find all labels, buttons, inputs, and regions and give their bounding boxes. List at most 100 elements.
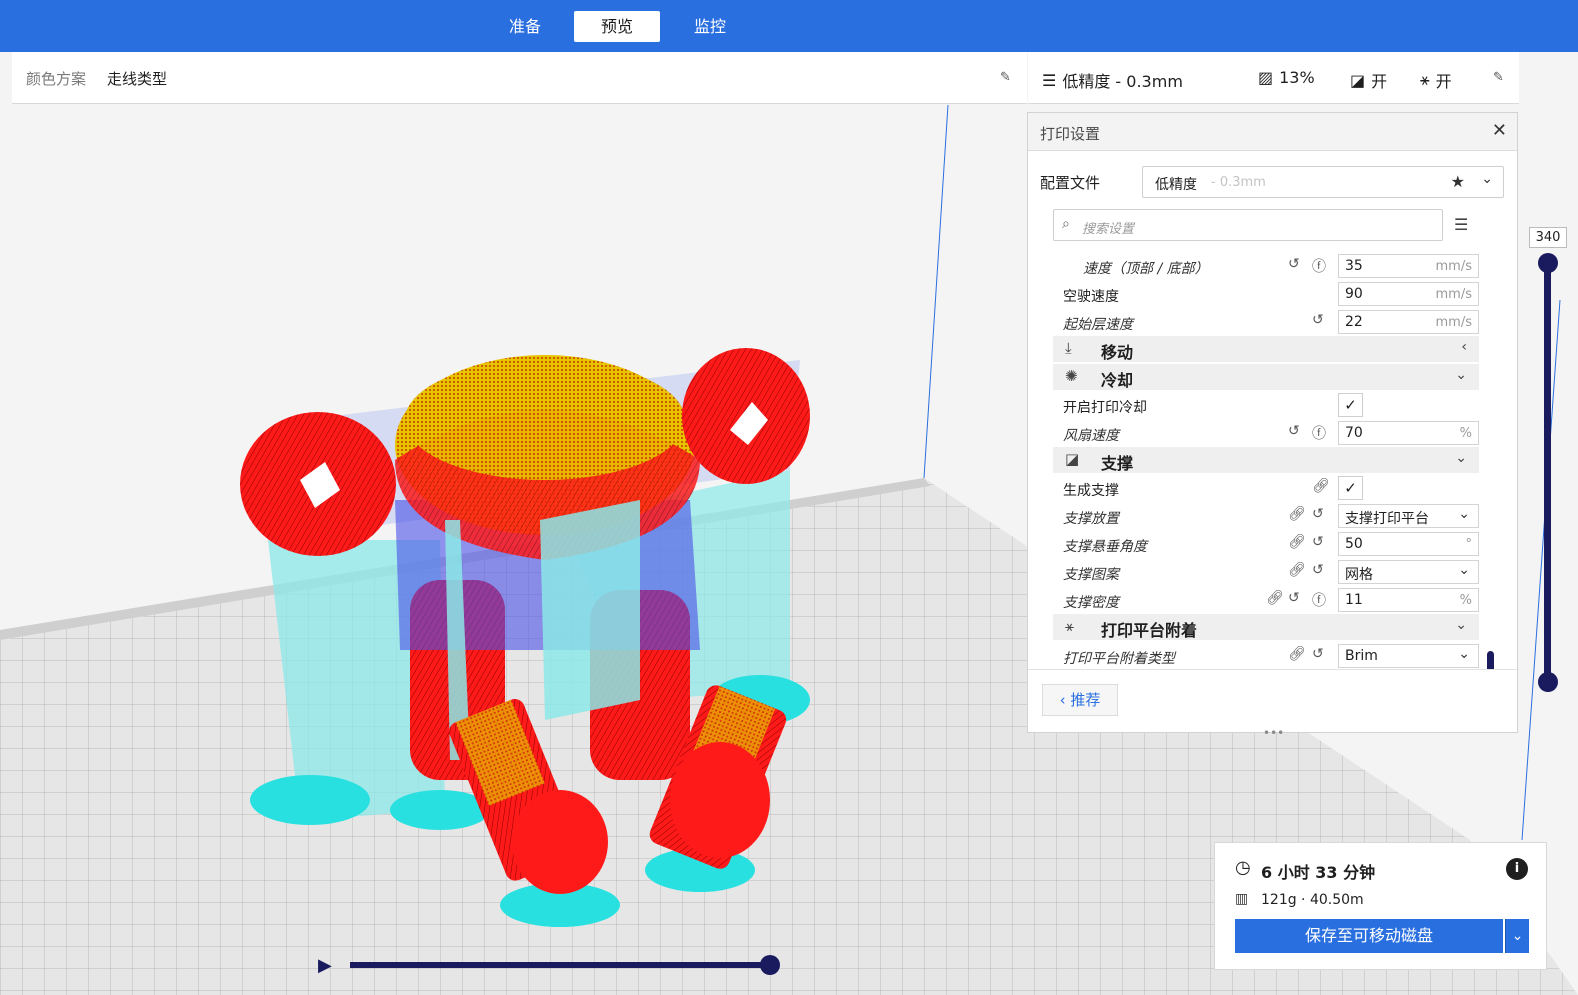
reset-icon[interactable]: ↺	[1288, 423, 1300, 439]
filament-icon: ▥	[1235, 891, 1249, 907]
reset-icon[interactable]: ↺	[1288, 256, 1300, 272]
speed-topbottom-field[interactable]: 35 mm/s	[1338, 254, 1479, 278]
chevron-down-icon: ⌄	[1481, 171, 1493, 187]
color-scheme-bar[interactable]: 颜色方案 走线类型 ✎	[12, 52, 1027, 104]
chevron-left-icon: ‹	[1461, 339, 1467, 355]
layer-number-field[interactable]: 340	[1529, 227, 1567, 248]
tab-monitor[interactable]: 监控	[667, 11, 753, 42]
infill-summary[interactable]: ▨ 13%	[1258, 68, 1315, 87]
support-angle-field[interactable]: 50 °	[1338, 532, 1479, 556]
reset-icon[interactable]: ↺	[1312, 562, 1324, 578]
layer-slider-top-handle[interactable]	[1538, 253, 1558, 273]
reset-icon[interactable]: ↺	[1288, 590, 1300, 606]
support-density-field[interactable]: 11 %	[1338, 588, 1479, 612]
field-value: 11	[1345, 592, 1363, 608]
setting-label: 速度（顶部 / 底部）	[1083, 261, 1209, 277]
reset-icon[interactable]: ↺	[1312, 534, 1324, 550]
category-support[interactable]: ◪ 支撑 ⌄	[1053, 447, 1479, 473]
path-slider-handle[interactable]	[760, 955, 780, 975]
profile-summary[interactable]: ☰ 低精度 - 0.3mm	[1042, 68, 1183, 92]
chevron-down-icon[interactable]: ⌄	[1505, 919, 1529, 953]
inherit-icon[interactable]: ⓕ	[1312, 256, 1326, 276]
chevron-left-icon: ‹	[1059, 691, 1066, 709]
setting-label: 生成支撑	[1063, 483, 1119, 499]
support-pattern-select[interactable]: 网格 ⌄	[1338, 560, 1479, 584]
reset-icon[interactable]: ↺	[1312, 312, 1324, 328]
category-label: 移动	[1101, 343, 1134, 362]
link-icon[interactable]: 🔗︎	[1312, 478, 1330, 494]
field-value: 支撑打印平台	[1345, 511, 1429, 527]
adhesion-icon: ⚹	[1065, 617, 1075, 635]
pencil-icon[interactable]: ✎	[1493, 70, 1504, 85]
settings-list[interactable]: 速度（顶部 / 底部） ↺ ⓕ 35 mm/s 空驶速度 90 mm/s 起始层…	[1028, 253, 1519, 670]
print-settings-summary[interactable]: ☰ 低精度 - 0.3mm ▨ 13% ◪ 开 ⚹ 开 ✎	[1028, 52, 1519, 104]
travel-speed-field[interactable]: 90 mm/s	[1338, 282, 1479, 306]
link-icon[interactable]: 🔗︎	[1288, 562, 1306, 578]
category-travel[interactable]: ⤓ 移动 ‹	[1053, 336, 1479, 362]
support-icon: ◪	[1350, 70, 1366, 90]
star-icon[interactable]: ★	[1451, 172, 1465, 191]
pencil-icon[interactable]: ✎	[1000, 70, 1011, 85]
layer-slider-track[interactable]	[1544, 262, 1551, 682]
enable-cooling-checkbox[interactable]: ✓	[1338, 393, 1363, 417]
path-slider-track[interactable]	[350, 962, 770, 968]
print-settings-panel: 打印设置 ✕ 配置文件 低精度 - 0.3mm ★ ⌄ ⌕ 搜索设置 ☰ 速度（…	[1027, 112, 1519, 740]
reset-icon[interactable]: ↺	[1312, 646, 1324, 662]
tab-prepare[interactable]: 准备	[482, 11, 568, 42]
color-scheme-label: 颜色方案	[26, 70, 87, 88]
fan-speed-field[interactable]: 70 %	[1338, 421, 1479, 445]
play-icon[interactable]: ▶	[318, 955, 332, 976]
close-icon[interactable]: ✕	[1492, 120, 1507, 141]
resize-grip-icon[interactable]: •••	[1263, 726, 1284, 740]
setting-label: 空驶速度	[1063, 289, 1119, 305]
initial-layer-speed-field[interactable]: 22 mm/s	[1338, 310, 1479, 334]
support-placement-select[interactable]: 支撑打印平台 ⌄	[1338, 504, 1479, 528]
adhesion-type-select[interactable]: Brim ⌄	[1338, 644, 1479, 668]
search-placeholder: 搜索设置	[1082, 222, 1135, 237]
setting-row: 支撑悬垂角度 🔗︎ ↺ 50 °	[1028, 531, 1488, 558]
material-usage: 121g · 40.50m	[1261, 892, 1364, 908]
settings-menu-icon[interactable]: ☰	[1454, 215, 1468, 234]
profile-select[interactable]: 低精度 - 0.3mm ★ ⌄	[1142, 166, 1504, 198]
link-icon[interactable]: 🔗︎	[1288, 534, 1306, 550]
field-unit: %	[1459, 426, 1472, 441]
recommended-button[interactable]: ‹ 推荐	[1042, 684, 1118, 716]
reset-icon[interactable]: ↺	[1312, 506, 1324, 522]
info-icon[interactable]: i	[1506, 858, 1528, 880]
setting-label: 支撑悬垂角度	[1063, 539, 1147, 555]
color-scheme-value[interactable]: 走线类型	[107, 68, 167, 89]
setting-row: 打印平台附着类型 🔗︎ ↺ Brim ⌄	[1028, 643, 1488, 670]
profile-sub: - 0.3mm	[1211, 175, 1266, 190]
category-cooling[interactable]: ✺ 冷却 ⌄	[1053, 364, 1479, 390]
link-icon[interactable]: 🔗︎	[1288, 506, 1306, 522]
generate-support-checkbox[interactable]: ✓	[1338, 476, 1363, 500]
link-icon[interactable]: 🔗︎	[1288, 646, 1306, 662]
search-settings-input[interactable]: ⌕ 搜索设置	[1053, 209, 1443, 241]
chevron-down-icon: ⌄	[1458, 562, 1470, 578]
profile-name: 低精度	[1155, 177, 1197, 193]
save-to-removable-drive-button[interactable]: 保存至可移动磁盘	[1235, 919, 1503, 953]
link-icon[interactable]: 🔗︎	[1266, 590, 1284, 606]
field-value: 22	[1345, 314, 1363, 330]
inherit-icon[interactable]: ⓕ	[1312, 423, 1326, 443]
field-value: 50	[1345, 536, 1363, 552]
settings-scrollbar[interactable]	[1487, 651, 1494, 670]
setting-label: 支撑图案	[1063, 567, 1119, 583]
setting-row: 生成支撑 🔗︎ ✓	[1028, 475, 1488, 502]
profile-label: 配置文件	[1040, 174, 1101, 192]
field-value: 35	[1345, 258, 1363, 274]
setting-label: 开启打印冷却	[1063, 400, 1147, 416]
category-label: 冷却	[1101, 371, 1134, 390]
setting-row: 开启打印冷却 ✓	[1028, 392, 1488, 419]
adhesion-summary[interactable]: ⚹ 开	[1420, 68, 1452, 92]
category-adhesion[interactable]: ⚹ 打印平台附着 ⌄	[1053, 614, 1479, 640]
setting-label: 支撑密度	[1063, 595, 1119, 611]
setting-row: 支撑放置 🔗︎ ↺ 支撑打印平台 ⌄	[1028, 503, 1488, 530]
tab-preview[interactable]: 预览	[574, 11, 660, 42]
layer-slider-bottom-handle[interactable]	[1538, 672, 1558, 692]
setting-label: 支撑放置	[1063, 511, 1119, 527]
support-summary[interactable]: ◪ 开	[1350, 68, 1387, 92]
category-label: 打印平台附着	[1101, 621, 1198, 640]
travel-icon: ⤓	[1065, 339, 1072, 357]
inherit-icon[interactable]: ⓕ	[1312, 590, 1326, 610]
